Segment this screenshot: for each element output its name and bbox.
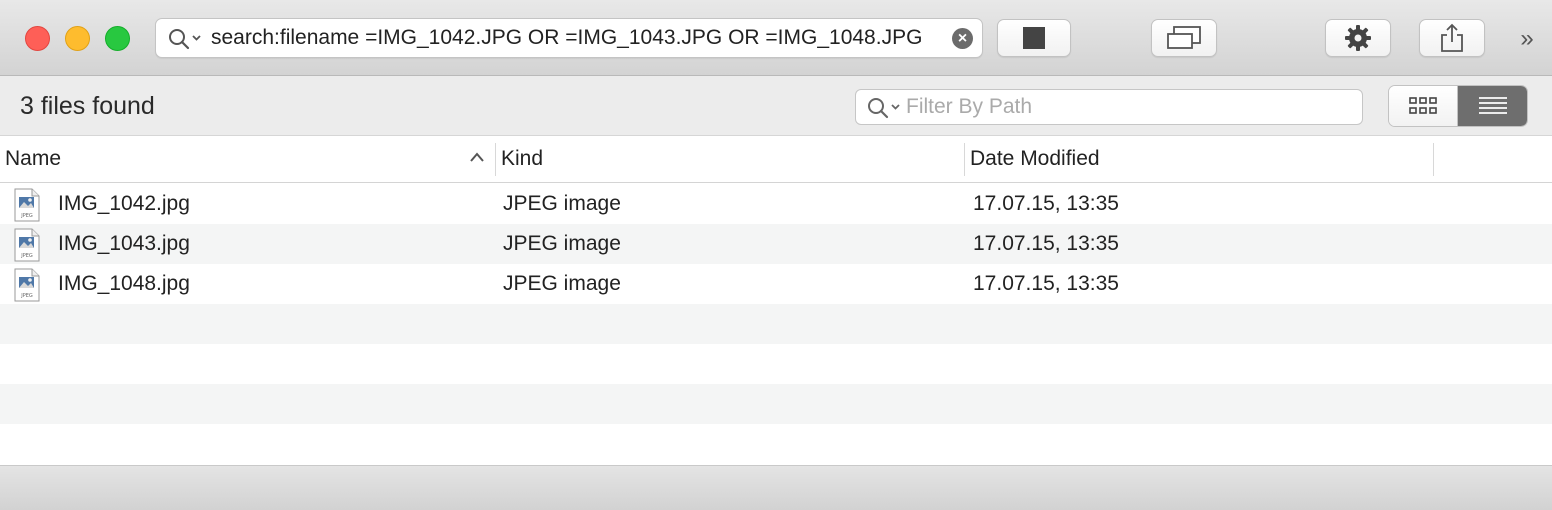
gear-icon	[1345, 25, 1371, 51]
jpeg-file-icon: JPEG	[14, 268, 40, 302]
file-kind: JPEG image	[503, 272, 621, 295]
table-row[interactable]: JPEG IMG_1048.jpg JPEG image 17.07.15, 1…	[0, 264, 1552, 304]
result-count: 3 files found	[20, 92, 155, 120]
column-header-date-modified[interactable]: Date Modified	[970, 137, 1100, 182]
window-toolbar: search:filename =IMG_1042.JPG OR =IMG_10…	[0, 0, 1552, 76]
new-window-button[interactable]	[1151, 19, 1217, 57]
table-header: Name Kind Date Modified	[0, 137, 1552, 183]
file-kind: JPEG image	[503, 192, 621, 215]
column-divider[interactable]	[1433, 143, 1434, 176]
chevron-down-icon	[891, 104, 900, 110]
overflow-icon[interactable]: »	[1512, 25, 1542, 53]
table-row[interactable]: JPEG IMG_1042.jpg JPEG image 17.07.15, 1…	[0, 184, 1552, 224]
file-date-modified: 17.07.15, 13:35	[973, 272, 1119, 295]
close-window-button[interactable]	[25, 26, 50, 51]
zoom-window-button[interactable]	[105, 26, 130, 51]
view-mode-control	[1388, 85, 1528, 127]
stop-icon	[1023, 27, 1045, 49]
share-button[interactable]	[1419, 19, 1485, 57]
clear-search-icon[interactable]: ×	[952, 28, 973, 49]
filter-input[interactable]	[906, 92, 1346, 122]
chevron-down-icon	[192, 35, 201, 41]
search-field[interactable]: search:filename =IMG_1042.JPG OR =IMG_10…	[155, 18, 983, 58]
grid-icon	[1409, 97, 1437, 114]
file-name: IMG_1042.jpg	[58, 192, 190, 215]
list-view-button[interactable]	[1458, 86, 1527, 126]
jpeg-file-icon: JPEG	[14, 188, 40, 222]
jpeg-file-icon: JPEG	[14, 228, 40, 262]
column-header-name[interactable]: Name	[5, 137, 61, 182]
column-divider[interactable]	[495, 143, 496, 176]
minimize-window-button[interactable]	[65, 26, 90, 51]
search-icon[interactable]	[867, 97, 903, 119]
file-type-badge: JPEG	[20, 293, 33, 299]
column-header-kind[interactable]: Kind	[501, 137, 543, 182]
file-name: IMG_1048.jpg	[58, 272, 190, 295]
window-icon	[1167, 26, 1201, 49]
empty-row	[0, 344, 1552, 384]
empty-row	[0, 384, 1552, 424]
empty-row	[0, 304, 1552, 344]
search-icon[interactable]	[168, 28, 204, 50]
sort-ascending-icon[interactable]	[468, 150, 486, 164]
file-type-badge: JPEG	[20, 213, 33, 219]
results-table: JPEG IMG_1042.jpg JPEG image 17.07.15, 1…	[0, 184, 1552, 466]
empty-row	[0, 424, 1552, 464]
filter-by-path-field[interactable]	[855, 89, 1363, 125]
file-date-modified: 17.07.15, 13:35	[973, 232, 1119, 255]
column-divider[interactable]	[964, 143, 965, 176]
file-date-modified: 17.07.15, 13:35	[973, 192, 1119, 215]
results-header-bar: 3 files found	[0, 76, 1552, 136]
stop-search-button[interactable]	[997, 19, 1071, 57]
search-query-text[interactable]: search:filename =IMG_1042.JPG OR =IMG_10…	[211, 19, 946, 57]
file-name: IMG_1043.jpg	[58, 232, 190, 255]
share-icon	[1441, 23, 1463, 52]
file-type-badge: JPEG	[20, 253, 33, 259]
action-menu-button[interactable]	[1325, 19, 1391, 57]
icon-view-button[interactable]	[1389, 86, 1458, 126]
status-bar	[0, 466, 1552, 510]
table-row[interactable]: JPEG IMG_1043.jpg JPEG image 17.07.15, 1…	[0, 224, 1552, 264]
file-kind: JPEG image	[503, 232, 621, 255]
list-icon	[1478, 97, 1507, 114]
